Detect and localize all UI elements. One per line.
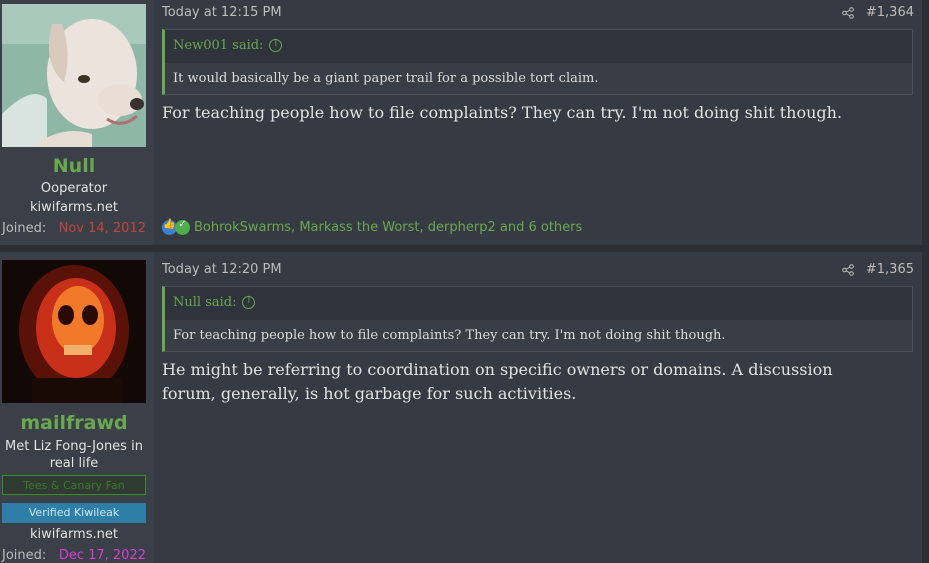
arrow-up-circle-icon[interactable] xyxy=(242,295,256,309)
dog-avatar-image xyxy=(2,4,146,147)
quote-block: Null said: For teaching people how to fi… xyxy=(162,286,913,352)
post-meta-right: #1,364 xyxy=(842,5,914,20)
user-banner-green: Tees & Canary Fan xyxy=(2,475,146,495)
post-message: For teaching people how to file complain… xyxy=(162,103,843,122)
checkmark-reaction-icon: ✓ xyxy=(175,219,190,235)
share-icon[interactable] xyxy=(842,263,854,276)
user-banner-verified: Verified Kiwileak xyxy=(2,503,146,523)
username[interactable]: Null xyxy=(0,155,148,177)
post-1364: Null Ooperator kiwifarms.net Joined: Nov… xyxy=(0,0,922,245)
quote-header[interactable]: New001 said: xyxy=(173,38,283,53)
quote-author[interactable]: Null said: xyxy=(173,295,236,310)
post-message: He might be referring to coordination on… xyxy=(162,360,833,403)
joined-row: Joined: Dec 17, 2022 xyxy=(2,548,146,563)
user-site: kiwifarms.net xyxy=(30,200,118,215)
quote-author[interactable]: New001 said: xyxy=(173,38,263,53)
user-title: Ooperator xyxy=(40,181,108,196)
post-meta-right: #1,365 xyxy=(842,262,914,277)
user-info-column: mailfrawd Met Liz Fong-Jones in real lif… xyxy=(0,252,154,563)
quote-text: It would basically be a giant paper trai… xyxy=(165,63,912,94)
skull-fire-avatar-image xyxy=(2,260,146,403)
quote-header[interactable]: Null said: xyxy=(173,295,256,310)
joined-date: Nov 14, 2012 xyxy=(58,221,146,236)
arrow-up-circle-icon[interactable] xyxy=(269,38,283,52)
quote-text: For teaching people how to file complain… xyxy=(165,320,912,351)
quote-block: New001 said: It would basically be a gia… xyxy=(162,29,913,95)
avatar[interactable] xyxy=(2,4,146,147)
avatar[interactable] xyxy=(2,260,146,403)
joined-label: Joined: xyxy=(2,548,47,563)
joined-date: Dec 17, 2022 xyxy=(58,548,146,563)
user-title: Met Liz Fong-Jones in real life xyxy=(5,439,143,471)
joined-row: Joined: Nov 14, 2012 xyxy=(2,221,146,236)
post-1365: mailfrawd Met Liz Fong-Jones in real lif… xyxy=(0,252,922,563)
username[interactable]: mailfrawd xyxy=(0,412,148,434)
user-site: kiwifarms.net xyxy=(30,527,118,542)
post-number[interactable]: #1,364 xyxy=(866,5,914,20)
share-icon[interactable] xyxy=(842,6,854,19)
post-number[interactable]: #1,365 xyxy=(866,262,914,277)
user-info-column: Null Ooperator kiwifarms.net Joined: Nov… xyxy=(0,0,154,245)
reactions-bar[interactable]: 👍 ✓ BohrokSwarms, Markass the Worst, der… xyxy=(162,219,582,235)
post-timestamp[interactable]: Today at 12:15 PM xyxy=(162,5,282,20)
post-timestamp[interactable]: Today at 12:20 PM xyxy=(162,262,282,277)
joined-label: Joined: xyxy=(2,221,47,236)
reactions-list[interactable]: BohrokSwarms, Markass the Worst, derpher… xyxy=(194,220,582,235)
